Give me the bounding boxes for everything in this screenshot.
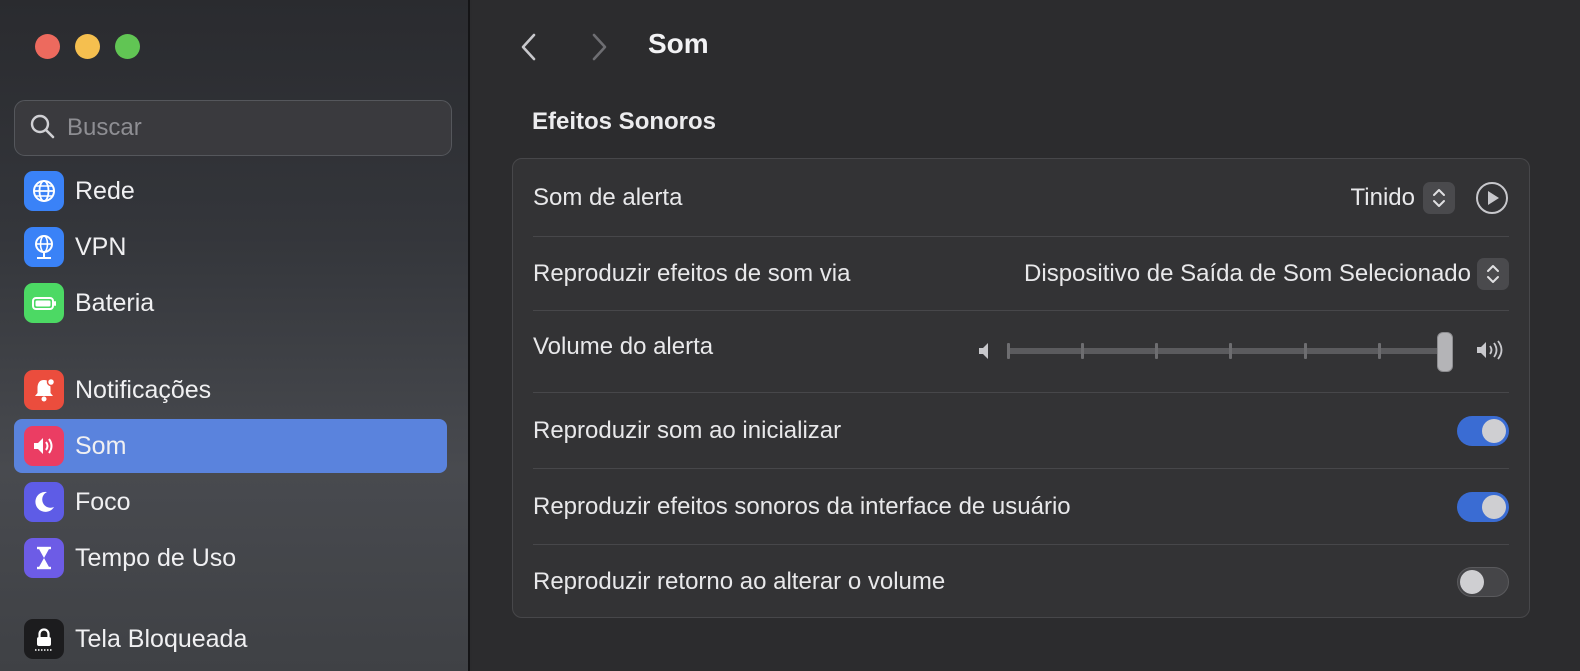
ui-sounds-toggle[interactable] xyxy=(1457,491,1509,522)
sidebar-item-tela-bloqueada[interactable]: Tela Bloqueada xyxy=(14,612,447,666)
toggle-knob xyxy=(1460,570,1484,594)
search-field[interactable] xyxy=(14,100,452,156)
slider-tick xyxy=(1378,343,1381,359)
startup-sound-row: Reproduzir som ao inicializar xyxy=(533,393,1509,469)
volume-feedback-label: Reproduzir retorno ao alterar o volume xyxy=(533,568,946,595)
sidebar-item-label: Foco xyxy=(75,487,131,516)
chevron-right-icon xyxy=(592,33,607,61)
alert-volume-slider[interactable] xyxy=(977,331,1509,372)
zoom-button[interactable] xyxy=(115,34,140,59)
vpn-globe-icon xyxy=(24,227,64,267)
lock-icon xyxy=(24,619,64,659)
play-via-label: Reproduzir efeitos de som via xyxy=(533,259,851,287)
toggle-knob xyxy=(1482,418,1506,443)
search-input[interactable] xyxy=(67,114,407,142)
sidebar-item-bateria[interactable]: Bateria xyxy=(14,276,447,330)
sidebar-item-som[interactable]: Som xyxy=(14,419,447,473)
volume-high-icon xyxy=(1475,338,1509,369)
volume-low-icon xyxy=(977,339,997,370)
alert-sound-popup-button[interactable] xyxy=(1423,181,1455,214)
chevron-up-down-icon xyxy=(1487,264,1499,283)
slider-track[interactable] xyxy=(1007,332,1453,372)
system-settings-window: Rede VPN Bateria Notificações xyxy=(0,0,1580,671)
close-button[interactable] xyxy=(35,34,60,59)
alert-sound-row: Som de alerta Tinido xyxy=(533,159,1509,237)
sidebar-item-foco[interactable]: Foco xyxy=(14,475,447,529)
slider-thumb[interactable] xyxy=(1437,332,1453,372)
slider-tick xyxy=(1304,343,1307,359)
startup-sound-toggle[interactable] xyxy=(1457,415,1509,446)
sidebar-item-label: Rede xyxy=(75,176,135,205)
minimize-button[interactable] xyxy=(75,34,100,59)
alert-sound-value[interactable]: Tinido xyxy=(1351,184,1415,212)
forward-button[interactable] xyxy=(582,28,616,66)
sidebar-item-label: Bateria xyxy=(75,288,155,317)
alert-volume-label: Volume do alerta xyxy=(533,333,714,360)
globe-icon xyxy=(24,171,64,211)
play-via-popup-button[interactable] xyxy=(1477,257,1509,290)
window-controls xyxy=(35,34,140,59)
sidebar-item-notificacoes[interactable]: Notificações xyxy=(14,363,447,417)
sidebar-item-tempo-de-uso[interactable]: Tempo de Uso xyxy=(14,531,447,585)
hourglass-icon xyxy=(24,538,64,578)
search-icon xyxy=(29,113,55,144)
chevron-up-down-icon xyxy=(1433,188,1445,207)
bell-icon xyxy=(24,370,64,410)
sidebar-item-label: Notificações xyxy=(75,375,212,404)
sidebar-item-rede[interactable]: Rede xyxy=(14,164,447,218)
play-icon[interactable] xyxy=(1475,181,1509,215)
sidebar-item-label: Tempo de Uso xyxy=(75,543,237,572)
sidebar-item-label: VPN xyxy=(75,232,127,261)
sound-effects-card: Som de alerta Tinido Reproduzir efeitos … xyxy=(512,158,1530,618)
page-title: Som xyxy=(648,28,709,59)
section-title: Efeitos Sonoros xyxy=(532,108,717,135)
ui-sounds-row: Reproduzir efeitos sonoros da interface … xyxy=(533,469,1509,545)
battery-icon xyxy=(24,283,64,323)
volume-feedback-toggle[interactable] xyxy=(1457,567,1509,597)
sidebar: Rede VPN Bateria Notificações xyxy=(0,0,470,671)
slider-tick xyxy=(1155,343,1158,359)
alert-volume-row: Volume do alerta xyxy=(533,311,1509,393)
slider-tick xyxy=(1007,343,1010,359)
slider-tick xyxy=(1081,343,1084,359)
ui-sounds-label: Reproduzir efeitos sonoros da interface … xyxy=(533,492,1071,520)
sidebar-item-label: Som xyxy=(75,431,127,460)
sidebar-item-vpn[interactable]: VPN xyxy=(14,220,447,274)
alert-sound-label: Som de alerta xyxy=(533,183,683,211)
back-button[interactable] xyxy=(512,28,546,66)
startup-sound-label: Reproduzir som ao inicializar xyxy=(533,416,842,444)
volume-feedback-row: Reproduzir retorno ao alterar o volume xyxy=(533,545,1509,619)
slider-tick xyxy=(1229,343,1232,359)
sidebar-item-label: Tela Bloqueada xyxy=(75,624,248,653)
play-via-value[interactable]: Dispositivo de Saída de Som Selecionado xyxy=(1024,260,1471,288)
moon-icon xyxy=(24,482,64,522)
speaker-icon xyxy=(24,426,64,466)
main-content: Som Efeitos Sonoros Som de alerta Tinido… xyxy=(472,0,1580,671)
chevron-left-icon xyxy=(521,33,536,61)
toggle-knob xyxy=(1482,494,1506,519)
play-via-row: Reproduzir efeitos de som via Dispositiv… xyxy=(533,237,1509,311)
